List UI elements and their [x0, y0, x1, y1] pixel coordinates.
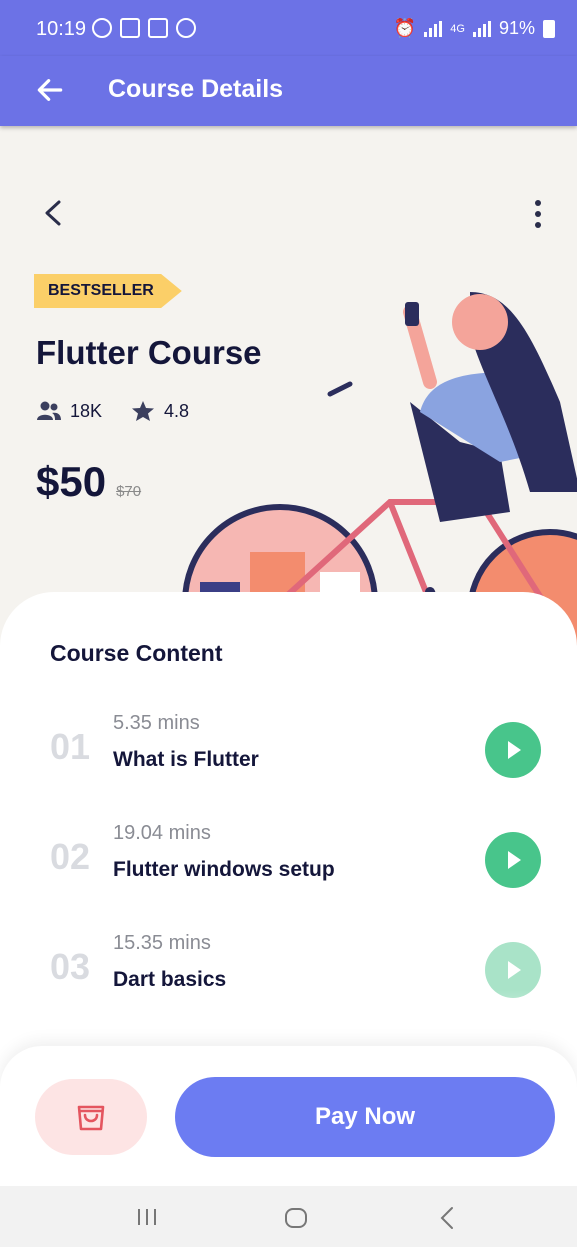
app-bar-title: Course Details	[108, 75, 284, 103]
course-hero: BESTSELLER Flutter Course 18K 4.8 $50 $7…	[0, 126, 577, 646]
users-icon	[37, 401, 61, 420]
signal-icon	[424, 20, 443, 37]
price: $50 $70	[36, 458, 141, 506]
course-title: Flutter Course	[36, 334, 262, 371]
back-icon[interactable]	[440, 1206, 454, 1230]
home-icon[interactable]	[283, 1206, 309, 1230]
lesson-title: Dart basics	[113, 968, 227, 991]
battery-level: 91%	[498, 18, 535, 38]
current-price: $50	[36, 458, 107, 505]
record-icon	[176, 18, 196, 38]
lesson-item[interactable]: 02 19.04 mins Flutter windows setup	[0, 810, 577, 900]
play-button[interactable]	[485, 832, 541, 888]
lesson-number: 01	[50, 726, 91, 767]
signal-icon-2	[472, 20, 491, 37]
lesson-number: 02	[50, 836, 91, 877]
cart-button[interactable]	[35, 1079, 147, 1155]
play-icon	[508, 741, 521, 759]
course-stats: 18K 4.8	[36, 400, 189, 422]
arrow-left-icon[interactable]	[34, 74, 66, 106]
lesson-duration: 15.35 mins	[113, 932, 211, 954]
status-time: 10:19	[36, 18, 87, 40]
star-icon	[132, 401, 155, 421]
lesson-title: What is Flutter	[113, 748, 259, 771]
mail-icon	[120, 18, 140, 38]
lesson-number: 03	[50, 946, 91, 987]
gallery-icon	[148, 18, 168, 38]
lesson-duration: 19.04 mins	[113, 822, 211, 844]
system-nav-bar	[0, 1186, 577, 1247]
alarm-icon: ⏰	[393, 18, 417, 38]
system-status: ⏰ 4G 91%	[394, 18, 555, 39]
pay-now-button[interactable]: Pay Now	[175, 1077, 555, 1157]
recent-apps-icon[interactable]	[136, 1207, 158, 1227]
lesson-item[interactable]: 01 5.35 mins What is Flutter	[0, 700, 577, 790]
lesson-duration: 5.35 mins	[113, 712, 200, 734]
shopping-bag-icon	[77, 1105, 105, 1131]
whatsapp-icon	[92, 18, 112, 38]
chevron-left-icon[interactable]	[40, 198, 66, 228]
rating-value: 4.8	[164, 400, 190, 421]
app-bar: Course Details	[0, 56, 577, 126]
original-price: $70	[116, 483, 142, 500]
bottom-action-bar: Pay Now	[0, 1046, 577, 1186]
status-bar: 10:19 ⏰ 4G 91%	[0, 0, 577, 56]
network-type: 4G	[450, 22, 465, 35]
battery-icon	[543, 19, 555, 38]
scroll-fade	[0, 990, 577, 1050]
play-button[interactable]	[485, 722, 541, 778]
section-title: Course Content	[50, 640, 223, 666]
bestseller-badge: BESTSELLER	[34, 274, 182, 308]
play-icon	[508, 851, 521, 869]
notification-icons	[92, 18, 196, 38]
cyclist-illustration	[182, 292, 577, 646]
students-count: 18K	[70, 400, 103, 421]
more-vertical-icon[interactable]	[528, 198, 548, 230]
lesson-title: Flutter windows setup	[113, 858, 335, 881]
